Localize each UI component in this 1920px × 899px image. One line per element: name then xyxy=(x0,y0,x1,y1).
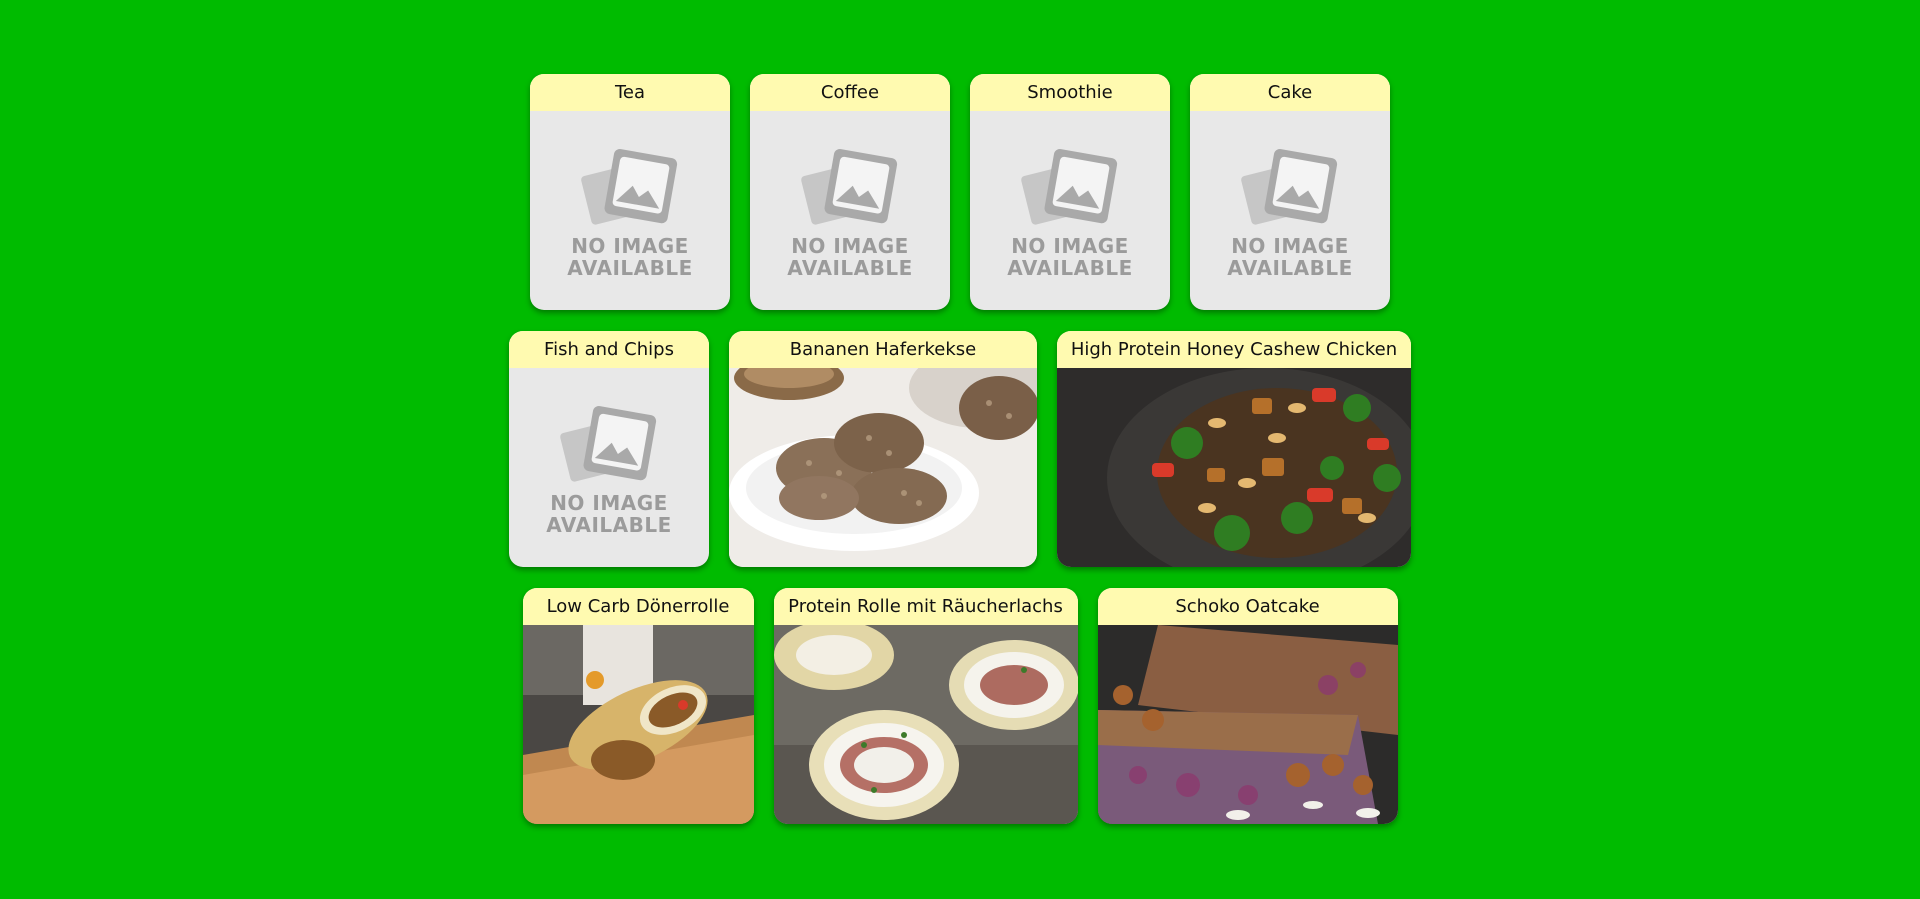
no-image-photo-icon xyxy=(1241,149,1338,225)
card-title: Schoko Oatcake xyxy=(1097,588,1398,625)
cookies-photo xyxy=(729,368,1037,567)
no-image-line1: NO IMAGE xyxy=(791,234,909,258)
no-image-text: NO IMAGE AVAILABLE xyxy=(546,492,672,536)
oatcake-photo xyxy=(1097,625,1398,824)
no-image-line2: AVAILABLE xyxy=(567,256,693,280)
recipe-card-protein-rolle-raeucherlachs[interactable]: Protein Rolle mit Räucherlachs xyxy=(773,588,1078,824)
no-image-photo-icon xyxy=(1021,149,1118,225)
card-title: Coffee xyxy=(750,74,950,111)
recipe-photo xyxy=(522,625,754,824)
no-image-placeholder: NO IMAGE AVAILABLE xyxy=(509,368,709,567)
card-title: High Protein Honey Cashew Chicken xyxy=(1057,331,1411,368)
no-image-text: NO IMAGE AVAILABLE xyxy=(567,235,693,279)
card-title: Cake xyxy=(1190,74,1390,111)
no-image-text: NO IMAGE AVAILABLE xyxy=(1227,235,1353,279)
no-image-placeholder: NO IMAGE AVAILABLE xyxy=(970,111,1170,310)
no-image-line1: NO IMAGE xyxy=(1011,234,1129,258)
recipe-photo xyxy=(1057,368,1411,567)
no-image-text: NO IMAGE AVAILABLE xyxy=(1007,235,1133,279)
salmon-roll-photo xyxy=(773,625,1078,824)
card-title: Protein Rolle mit Räucherlachs xyxy=(773,588,1078,625)
recipe-card-cake[interactable]: Cake NO IMAGE AVAILABLE xyxy=(1190,74,1390,310)
recipe-row: Tea NO IMAGE AVAILABLE Coffee NO IMAGE A… xyxy=(0,74,1920,310)
card-title: Tea xyxy=(530,74,730,111)
no-image-line2: AVAILABLE xyxy=(1007,256,1133,280)
recipe-card-smoothie[interactable]: Smoothie NO IMAGE AVAILABLE xyxy=(970,74,1170,310)
no-image-line2: AVAILABLE xyxy=(787,256,913,280)
no-image-text: NO IMAGE AVAILABLE xyxy=(787,235,913,279)
recipe-card-schoko-oatcake[interactable]: Schoko Oatcake xyxy=(1097,588,1398,824)
no-image-photo-icon xyxy=(801,149,898,225)
recipe-row: Fish and Chips NO IMAGE AVAILABLE Banane… xyxy=(0,331,1920,567)
stir-fry-photo xyxy=(1057,368,1411,567)
no-image-line1: NO IMAGE xyxy=(571,234,689,258)
recipe-photo xyxy=(1097,625,1398,824)
no-image-photo-icon xyxy=(560,406,657,482)
recipe-card-honey-cashew-chicken[interactable]: High Protein Honey Cashew Chicken xyxy=(1057,331,1411,567)
wrap-photo xyxy=(522,625,754,824)
card-title: Low Carb Dönerrolle xyxy=(522,588,754,625)
recipe-photo xyxy=(729,368,1037,567)
card-title: Smoothie xyxy=(970,74,1170,111)
no-image-line2: AVAILABLE xyxy=(1227,256,1353,280)
recipe-card-tea[interactable]: Tea NO IMAGE AVAILABLE xyxy=(530,74,730,310)
recipe-photo xyxy=(773,625,1078,824)
no-image-line1: NO IMAGE xyxy=(550,491,668,515)
no-image-placeholder: NO IMAGE AVAILABLE xyxy=(750,111,950,310)
recipe-card-coffee[interactable]: Coffee NO IMAGE AVAILABLE xyxy=(750,74,950,310)
no-image-placeholder: NO IMAGE AVAILABLE xyxy=(1190,111,1390,310)
no-image-photo-icon xyxy=(581,149,678,225)
no-image-placeholder: NO IMAGE AVAILABLE xyxy=(530,111,730,310)
recipe-board: Tea NO IMAGE AVAILABLE Coffee NO IMAGE A… xyxy=(0,0,1920,899)
card-title: Fish and Chips xyxy=(509,331,709,368)
card-title: Bananen Haferkekse xyxy=(729,331,1037,368)
recipe-card-fish-and-chips[interactable]: Fish and Chips NO IMAGE AVAILABLE xyxy=(509,331,709,567)
no-image-line2: AVAILABLE xyxy=(546,513,672,537)
no-image-line1: NO IMAGE xyxy=(1231,234,1349,258)
recipe-row: Low Carb Dönerrolle Protein Rolle mit Rä… xyxy=(0,588,1920,824)
recipe-card-low-carb-doenerrolle[interactable]: Low Carb Dönerrolle xyxy=(522,588,754,824)
recipe-card-bananen-haferkekse[interactable]: Bananen Haferkekse xyxy=(729,331,1037,567)
